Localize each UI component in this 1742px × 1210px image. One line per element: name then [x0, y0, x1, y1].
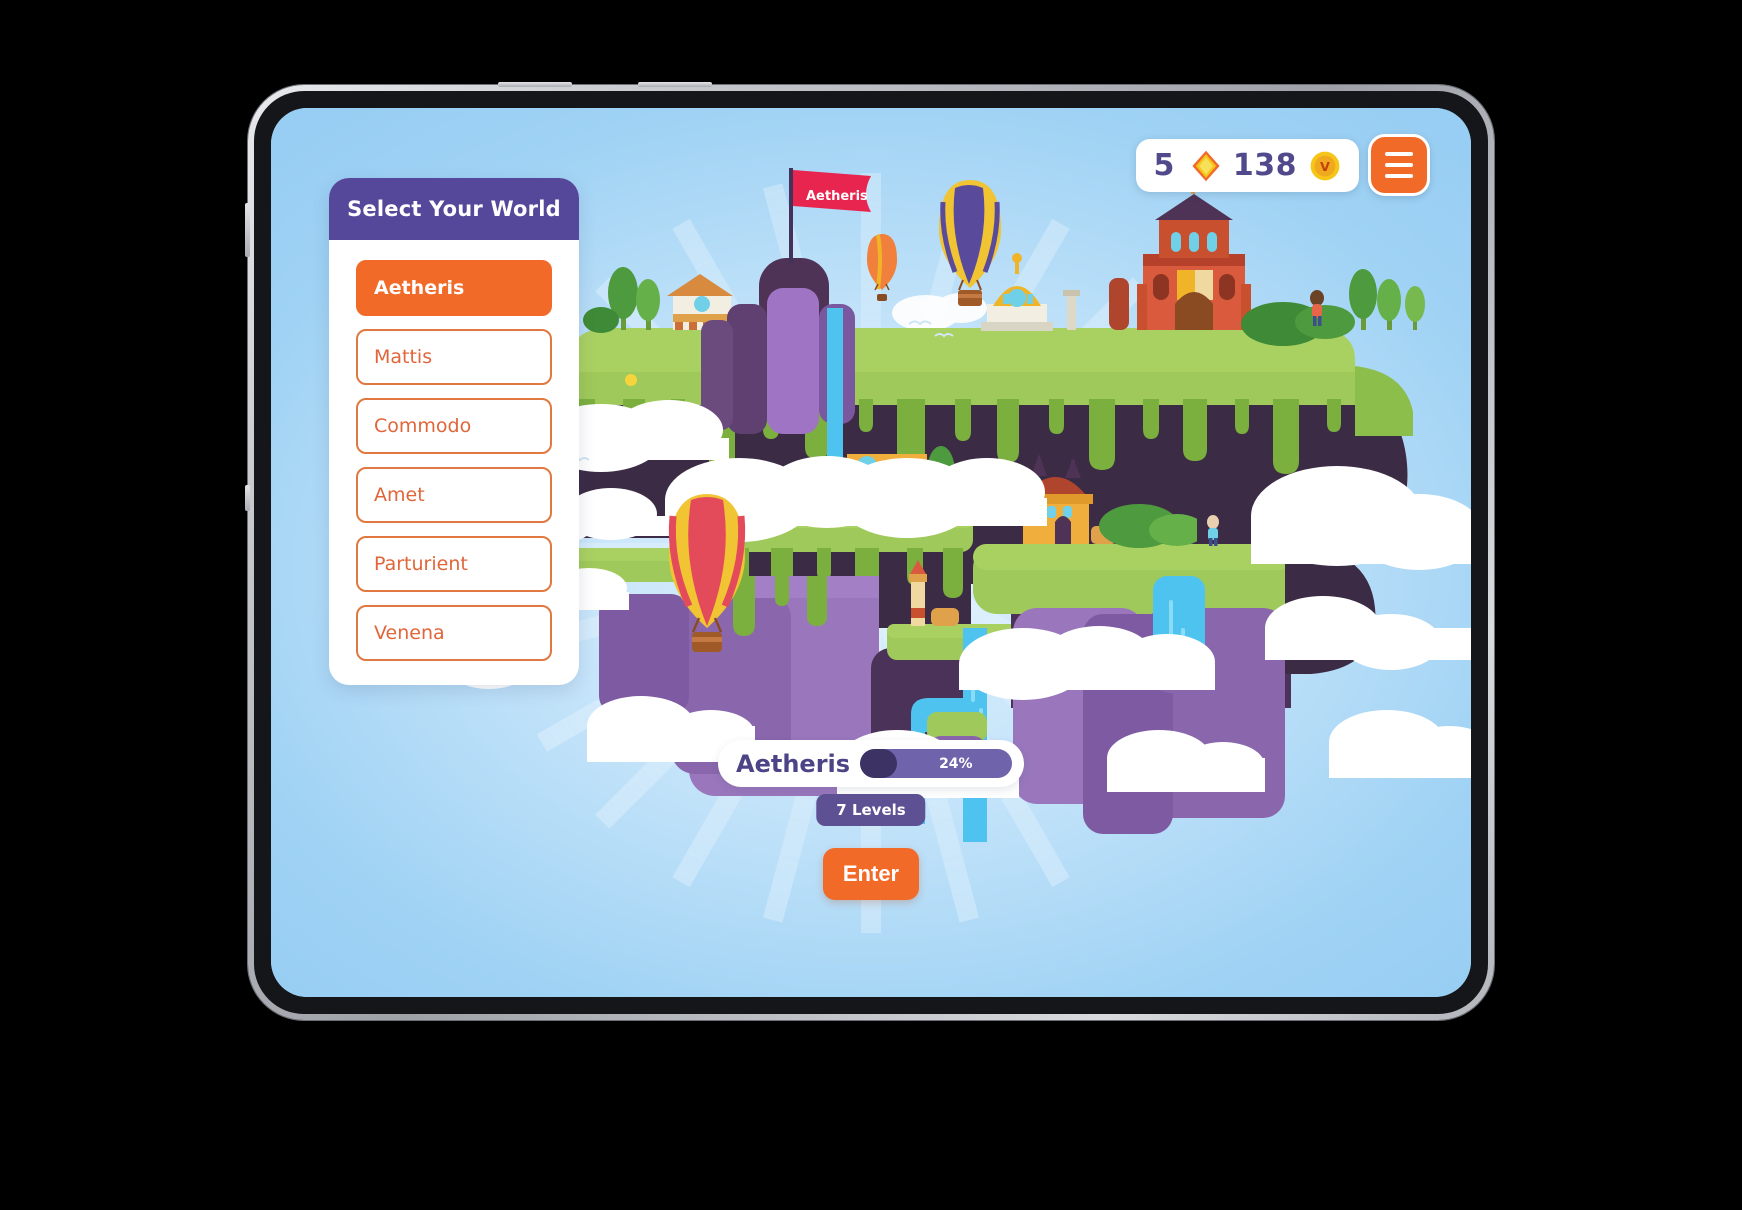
world-item-commodo[interactable]: Commodo — [356, 398, 552, 454]
world-item-venena[interactable]: Venena — [356, 605, 552, 661]
world-item-aetheris[interactable]: Aetheris — [356, 260, 552, 316]
balloon-large — [939, 180, 1001, 306]
coin-icon: V — [1310, 151, 1340, 180]
world-item-label: Aetheris — [374, 277, 465, 299]
world-item-amet[interactable]: Amet — [356, 467, 552, 523]
progress-world-name: Aetheris — [736, 749, 851, 778]
coin-count: 138 — [1232, 148, 1297, 183]
balloon-small — [867, 234, 897, 301]
levels-badge: 7 Levels — [816, 794, 926, 826]
world-progress-bar: Aetheris 24% — [718, 740, 1024, 787]
world-item-label: Commodo — [374, 415, 472, 437]
menu-line-3 — [1385, 174, 1413, 178]
tablet-device-frame: Aetheris 5 138 V Select Your World Aethe… — [245, 82, 1494, 1020]
gem-count: 5 — [1153, 148, 1175, 183]
world-list: Aetheris Mattis Commodo Amet Parturient Venen… — [329, 240, 579, 661]
screenshot-stage: Aetheris 5 138 V Select Your World Aethe… — [0, 0, 1742, 1210]
svg-text:Aetheris: Aetheris — [806, 189, 868, 204]
panel-title: Select Your World — [329, 178, 579, 240]
tablet-screen: Aetheris 5 138 V Select Your World Aethe… — [271, 108, 1471, 997]
coin-letter: V — [1320, 159, 1330, 174]
world-item-label: Mattis — [374, 346, 433, 368]
power-button[interactable] — [498, 82, 572, 87]
progress-percent-label: 24% — [939, 755, 973, 772]
hamburger-menu-button[interactable] — [1368, 134, 1430, 196]
world-item-label: Venena — [374, 622, 445, 644]
world-item-mattis[interactable]: Mattis — [356, 329, 552, 385]
world-item-label: Amet — [374, 484, 425, 506]
world-item-parturient[interactable]: Parturient — [356, 536, 552, 592]
tablet-bezel: Aetheris 5 138 V Select Your World Aethe… — [254, 91, 1488, 1014]
progress-track: 24% — [860, 749, 1012, 778]
menu-line-1 — [1385, 152, 1413, 156]
enter-button[interactable]: Enter — [823, 848, 919, 900]
volume-button-up[interactable] — [245, 203, 250, 257]
gem-icon — [1192, 150, 1220, 181]
world-select-panel: Select Your World Aetheris Mattis Commodo A… — [329, 178, 579, 685]
volume-button-down[interactable] — [245, 485, 250, 511]
secondary-top-button[interactable] — [638, 82, 712, 87]
menu-line-2 — [1385, 163, 1413, 167]
currency-hud: 5 138 V — [1135, 139, 1359, 192]
world-item-label: Parturient — [374, 553, 468, 575]
